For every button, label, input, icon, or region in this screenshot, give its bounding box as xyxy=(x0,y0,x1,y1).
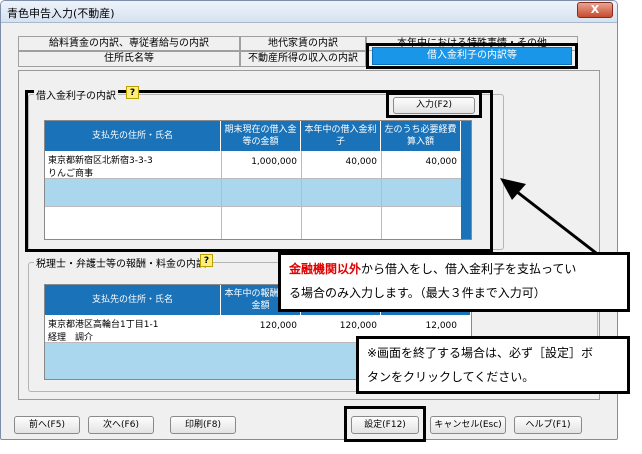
prev-button[interactable]: 前へ(F5) xyxy=(14,416,80,434)
payee-address: 東京都港区高輪台1丁目1-1 xyxy=(48,320,159,330)
print-button[interactable]: 印刷(F8) xyxy=(170,416,236,434)
col-header-payee: 支払先の住所・氏名 xyxy=(45,285,221,315)
input-button[interactable]: 入力(F2) xyxy=(393,97,475,114)
expense-value: 40,000 xyxy=(425,157,458,167)
help-button[interactable]: ヘルプ(F1) xyxy=(514,416,582,434)
tab-highlight xyxy=(366,43,578,69)
help-icon[interactable]: ? xyxy=(126,86,139,99)
settings-note-callout: ※画面を終了する場合は、必ず［設定］ボ タンをクリックしてください。 xyxy=(356,336,630,394)
set-button[interactable]: 設定(F12) xyxy=(351,416,419,434)
interest-group-label: 借入金利子の内訳 xyxy=(34,87,118,102)
table-row[interactable]: 東京都新宿区北新宿3-3-3 りんご商事 1,000,000 40,000 40… xyxy=(45,151,461,179)
note-line-2: タンをクリックしてください。 xyxy=(367,370,535,384)
col-divider xyxy=(221,151,222,239)
tab-address[interactable]: 住所氏名等 xyxy=(18,51,240,67)
note-line-1: ※画面を終了する場合は、必ず［設定］ボ xyxy=(367,346,594,360)
interest-note-callout: 金融機関以外から借入をし、借入金利子を支払ってい る場合のみ入力します。（最大３… xyxy=(278,252,630,312)
next-button[interactable]: 次へ(F6) xyxy=(88,416,154,434)
callout-arrow xyxy=(500,178,601,258)
col-divider xyxy=(301,151,302,239)
balance-value: 1,000,000 xyxy=(251,157,297,167)
col-header-payee: 支払先の住所・氏名 xyxy=(45,121,221,151)
cancel-button[interactable]: キャンセル(Esc) xyxy=(430,416,506,434)
tab-land-rent[interactable]: 地代家賃の内訳 xyxy=(240,36,366,51)
table-row-empty[interactable] xyxy=(45,207,461,239)
payee-name: りんご商事 xyxy=(48,169,94,179)
interest-value: 40,000 xyxy=(345,157,378,167)
col-header-expense: 左のうち必要経費算入額 xyxy=(381,121,461,151)
help-icon[interactable]: ? xyxy=(200,254,213,267)
fee-value-2: 120,000 xyxy=(339,321,377,331)
note-highlight: 金融機関以外 xyxy=(289,262,362,276)
fee-value-3: 12,000 xyxy=(425,321,458,331)
fee-value: 120,000 xyxy=(259,321,297,331)
window-title: 青色申告入力(不動産) xyxy=(7,7,115,20)
col-divider xyxy=(381,151,382,239)
payee-name: 経理 調介 xyxy=(48,333,94,343)
col-header-interest: 本年中の借入金利子 xyxy=(301,121,381,151)
note-line-2: る場合のみ入力します。（最大３件まで入力可） xyxy=(289,286,546,300)
close-button[interactable]: X xyxy=(577,2,613,18)
tab-salary[interactable]: 給料賃金の内訳、専従者給与の内訳 xyxy=(18,36,240,51)
tab-rental-income[interactable]: 不動産所得の収入の内訳 xyxy=(240,51,366,67)
col-header-balance: 期末現在の借入金等の金額 xyxy=(221,121,301,151)
payee-address: 東京都新宿区北新宿3-3-3 xyxy=(48,156,153,166)
title-bar: 青色申告入力(不動産) xyxy=(1,1,617,23)
fees-group-label: 税理士・弁護士等の報酬・料金の内訳 xyxy=(34,255,208,270)
grid-scrollbar[interactable] xyxy=(461,121,471,239)
interest-grid: 支払先の住所・氏名 期末現在の借入金等の金額 本年中の借入金利子 左のうち必要経… xyxy=(44,120,472,240)
note-line-1: から借入をし、借入金利子を支払ってい xyxy=(361,262,577,276)
table-row-empty[interactable] xyxy=(45,179,461,207)
